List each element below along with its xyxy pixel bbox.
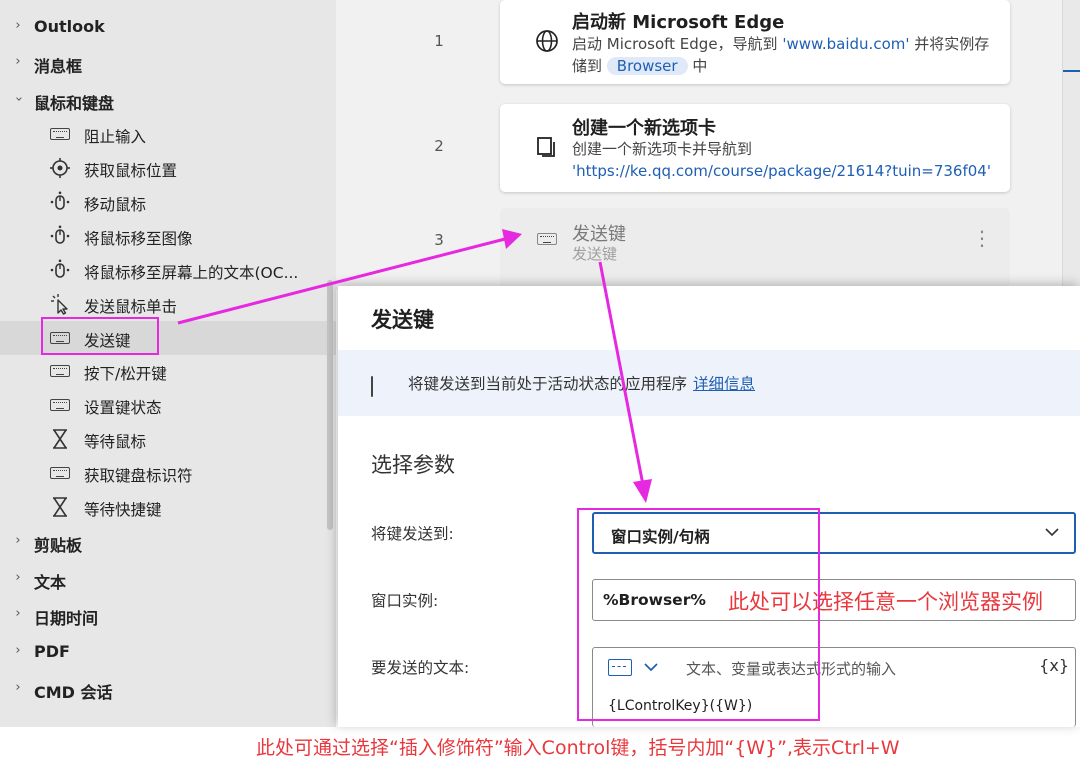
target-icon [48, 157, 72, 179]
step-number: 2 [434, 137, 444, 155]
step-description: 创建一个新选项卡并导航到 'https://ke.qq.com/course/p… [572, 140, 991, 180]
highlight-box-send-keys [41, 317, 159, 355]
step-card-launch-edge[interactable]: 启动新 Microsoft Edge 启动 Microsoft Edge，导航到… [500, 0, 1010, 84]
dialog-title: 发送键 [371, 308, 434, 332]
hourglass-icon [48, 496, 72, 518]
dialog-info-text: 将键发送到当前处于活动状态的应用程序 [408, 375, 688, 393]
mouse-click-icon [48, 293, 72, 315]
sidebar-item-set-key-state[interactable]: 设置键状态 [0, 388, 336, 422]
chevron-right-icon: › [15, 680, 21, 695]
step-card-send-keys[interactable]: 发送键 发送键 ⋮ [500, 208, 1010, 288]
step-card-new-tab[interactable]: 创建一个新选项卡 创建一个新选项卡并导航到 'https://ke.qq.com… [500, 104, 1010, 192]
sidebar-category-mouse-keyboard[interactable]: › 鼠标和键盘 [0, 83, 336, 117]
chevron-right-icon: › [15, 643, 21, 658]
dialog-info-bar: 将键发送到当前处于活动状态的应用程序 详细信息 [338, 350, 1080, 416]
more-vertical-icon[interactable]: ⋮ [972, 226, 992, 250]
window-instance-label: 窗口实例: [371, 592, 439, 610]
chevron-down-icon [1045, 528, 1059, 537]
step-number: 1 [434, 32, 444, 50]
mouse-move-icon [48, 225, 72, 247]
chevron-right-icon: › [15, 570, 21, 585]
sidebar-item-get-keyboard-id[interactable]: 获取键盘标识符 [0, 456, 336, 490]
chevron-right-icon: › [15, 18, 21, 33]
annotation-bottom-note: 此处可通过选择“插入修饰符”输入Control键，括号内加“{W}”,表示Ctr… [256, 737, 900, 759]
sidebar-item-wait-for-shortcut[interactable]: 等待快捷键 [0, 490, 336, 524]
variable-pill: Browser [606, 57, 688, 75]
step-title: 启动新 Microsoft Edge [572, 12, 785, 33]
keyboard-icon [48, 394, 72, 416]
step-title: 创建一个新选项卡 [572, 118, 716, 139]
mouse-move-icon [48, 191, 72, 213]
more-info-link[interactable]: 详细信息 [693, 375, 755, 393]
chevron-right-icon: › [15, 533, 21, 548]
sidebar-item-press-release-key[interactable]: 按下/松开键 [0, 354, 336, 388]
sidebar-category-pdf[interactable]: › PDF [0, 635, 336, 669]
text-to-send-label: 要发送的文本: [371, 659, 470, 677]
chevron-right-icon: › [15, 606, 21, 621]
annotation-window-note: 此处可以选择任意一个浏览器实例 [728, 590, 1043, 614]
chevron-right-icon: › [15, 54, 21, 69]
sidebar-item-move-mouse-to-image[interactable]: 将鼠标移至图像 [0, 219, 336, 253]
sidebar-item-block-input[interactable]: 阻止输入 [0, 117, 336, 151]
sidebar-item-send-mouse-click[interactable]: 发送鼠标单击 [0, 287, 336, 321]
right-panel-edge [1062, 0, 1080, 290]
sidebar-category-text[interactable]: › 文本 [0, 562, 336, 596]
keyboard-icon [48, 462, 72, 484]
mouse-move-icon [48, 259, 72, 281]
sidebar-item-move-mouse[interactable]: 移动鼠标 [0, 185, 336, 219]
new-tab-icon [534, 134, 560, 160]
keyboard-icon [371, 376, 373, 397]
sidebar-item-wait-for-mouse[interactable]: 等待鼠标 [0, 422, 336, 456]
keyboard-icon [48, 123, 72, 145]
step-number: 3 [434, 231, 444, 249]
sidebar-category-messagebox[interactable]: › 消息框 [0, 46, 336, 80]
actions-sidebar: › Outlook › 消息框 › 鼠标和键盘 阻止输入 获取鼠标位置 移动鼠标… [0, 0, 336, 727]
sidebar-category-cmd-session[interactable]: › CMD 会话 [0, 672, 336, 706]
section-title: 选择参数 [371, 453, 455, 477]
chevron-down-icon: › [11, 96, 26, 102]
variable-picker-icon[interactable]: {x} [1039, 656, 1069, 675]
keyboard-icon [48, 360, 72, 382]
globe-icon [534, 28, 560, 54]
sidebar-category-datetime[interactable]: › 日期时间 [0, 598, 336, 632]
sidebar-item-get-mouse-position[interactable]: 获取鼠标位置 [0, 151, 336, 185]
sidebar-category-clipboard[interactable]: › 剪贴板 [0, 525, 336, 559]
step-description: 启动 Microsoft Edge，导航到 'www.baidu.com' 并将… [572, 35, 990, 75]
send-to-label: 将键发送到: [371, 525, 454, 543]
keyboard-icon [534, 226, 560, 252]
sidebar-scrollbar[interactable] [327, 280, 333, 530]
sidebar-category-outlook[interactable]: › Outlook [0, 10, 336, 44]
hourglass-icon [48, 428, 72, 450]
step-description: 发送键 [572, 245, 618, 263]
sidebar-item-move-mouse-to-text[interactable]: 将鼠标移至屏幕上的文本(OC... [0, 253, 336, 287]
